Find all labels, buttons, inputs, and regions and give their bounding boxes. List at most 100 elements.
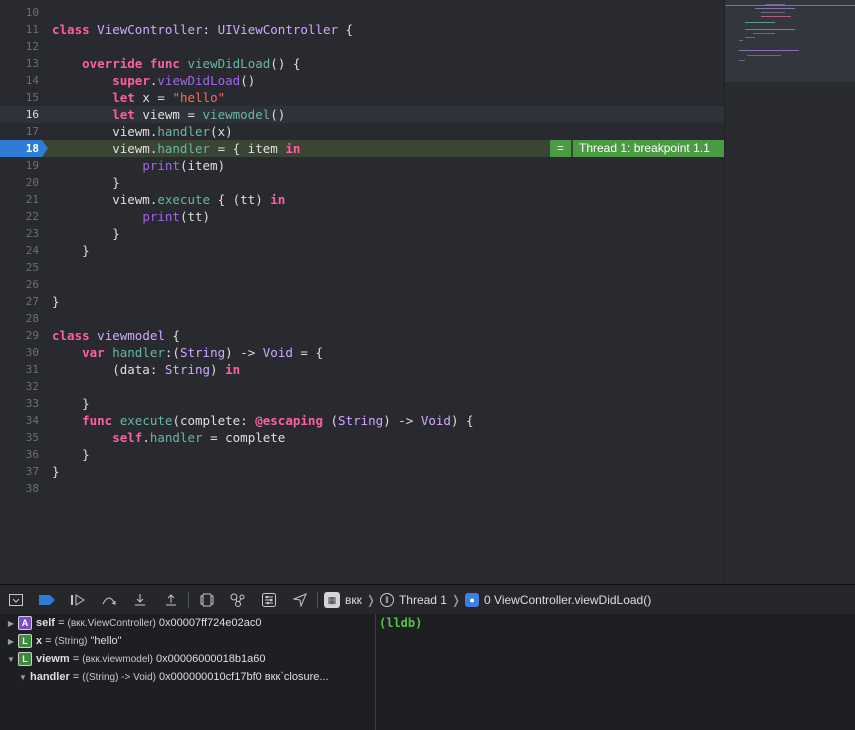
line-number[interactable]: 16 [0, 106, 39, 123]
code-text[interactable]: viewm.handler = { item in [52, 140, 300, 157]
code-line[interactable]: 29 class viewmodel { [0, 327, 724, 344]
line-number[interactable]: 17 [0, 123, 39, 140]
code-line[interactable]: 27} [0, 293, 724, 310]
code-line[interactable]: 32 [0, 378, 724, 395]
breadcrumb-frame[interactable]: ● 0 ViewController.viewDidLoad() [465, 585, 651, 615]
variable-row[interactable]: ▼ handler = ((String) -> Void) 0x00000001… [18, 668, 329, 686]
line-number[interactable]: 38 [0, 480, 39, 497]
line-number[interactable]: 29 [0, 327, 39, 344]
line-number[interactable]: 12 [0, 38, 39, 55]
view-hierarchy-button[interactable] [191, 585, 222, 615]
code-editor[interactable]: 10 11 class ViewController: UIViewControll… [0, 0, 724, 584]
hide-debug-area-button[interactable] [0, 585, 31, 615]
line-number[interactable]: 28 [0, 310, 39, 327]
breadcrumb-app[interactable]: ▦ вкк [324, 585, 362, 615]
code-text[interactable]: var handler:(String) -> Void = { [52, 344, 323, 361]
code-line[interactable]: 23 } [0, 225, 724, 242]
code-text[interactable]: class viewmodel { [52, 327, 180, 344]
disclosure-collapsed-icon[interactable]: ▶ [6, 637, 16, 646]
line-number[interactable]: 36 [0, 446, 39, 463]
code-text[interactable]: } [52, 242, 90, 259]
code-text[interactable]: let x = "hello" [52, 89, 225, 106]
line-number[interactable]: 13 [0, 55, 39, 72]
line-number[interactable]: 26 [0, 276, 39, 293]
line-number[interactable]: 35 [0, 429, 39, 446]
code-text[interactable]: class ViewController: UIViewController { [52, 21, 353, 38]
code-text[interactable]: super.viewDidLoad() [52, 72, 255, 89]
code-line[interactable]: 26 [0, 276, 724, 293]
line-number[interactable]: 24 [0, 242, 39, 259]
variable-row[interactable]: ▼ Lviewm = (вкк.viewmodel) 0x00006000018b… [6, 650, 266, 668]
line-number[interactable]: 22 [0, 208, 39, 225]
line-number[interactable]: 25 [0, 259, 39, 276]
code-line[interactable]: 11 class ViewController: UIViewController… [0, 21, 724, 38]
code-text[interactable]: (data: String) in [52, 361, 240, 378]
code-line[interactable]: 24 } [0, 242, 724, 259]
minimap-viewport[interactable] [725, 0, 855, 82]
code-line[interactable]: 28 [0, 310, 724, 327]
code-line[interactable]: 25 [0, 259, 724, 276]
code-line[interactable]: 36 } [0, 446, 724, 463]
code-line[interactable]: 18 viewm.handler = { item in = Thread 1: b… [0, 140, 724, 157]
breakpoints-toggle-button[interactable] [31, 585, 62, 615]
code-line[interactable]: 37} [0, 463, 724, 480]
code-text[interactable]: viewm.execute { (tt) in [52, 191, 285, 208]
code-text[interactable]: } [52, 463, 60, 480]
code-text[interactable]: } [52, 225, 120, 242]
code-line[interactable]: 20 } [0, 174, 724, 191]
breadcrumb-thread[interactable]: ‖ Thread 1 [379, 585, 447, 615]
code-line[interactable]: 10 [0, 4, 724, 21]
continue-button[interactable] [62, 585, 93, 615]
line-number[interactable]: 23 [0, 225, 39, 242]
code-text[interactable]: let viewm = viewmodel() [52, 106, 285, 123]
code-line[interactable]: 15 let x = "hello" [0, 89, 724, 106]
line-number[interactable]: 37 [0, 463, 39, 480]
code-text[interactable]: print(item) [52, 157, 225, 174]
code-line[interactable]: 14 super.viewDidLoad() [0, 72, 724, 89]
environment-overrides-button[interactable] [253, 585, 284, 615]
line-number[interactable]: 30 [0, 344, 39, 361]
breakpoint-annotation[interactable]: = Thread 1: breakpoint 1.1 [550, 140, 724, 157]
code-text[interactable]: viewm.handler(x) [52, 123, 232, 140]
step-into-button[interactable] [124, 585, 155, 615]
line-number[interactable]: 10 [0, 4, 39, 21]
simulate-location-button[interactable] [284, 585, 315, 615]
code-line[interactable]: 31 (data: String) in [0, 361, 724, 378]
code-line[interactable]: 17 viewm.handler(x) [0, 123, 724, 140]
code-text[interactable]: } [52, 395, 90, 412]
line-number[interactable]: 31 [0, 361, 39, 378]
code-text[interactable]: } [52, 446, 90, 463]
lldb-console[interactable]: (lldb) [375, 614, 855, 730]
minimap[interactable] [724, 0, 855, 584]
code-line[interactable]: 22 print(tt) [0, 208, 724, 225]
variables-view[interactable]: ▶ Aself = (вкк.ViewController) 0x00007ff7… [0, 614, 375, 730]
code-text[interactable]: self.handler = complete [52, 429, 285, 446]
step-over-button[interactable] [93, 585, 124, 615]
code-line[interactable]: 35 self.handler = complete [0, 429, 724, 446]
code-line[interactable]: 16 let viewm = viewmodel() [0, 106, 724, 123]
line-number[interactable]: 27 [0, 293, 39, 310]
line-number[interactable]: 14 [0, 72, 39, 89]
code-text[interactable]: } [52, 174, 120, 191]
line-number[interactable]: 15 [0, 89, 39, 106]
code-text[interactable]: print(tt) [52, 208, 210, 225]
line-number[interactable]: 11 [0, 21, 39, 38]
code-line[interactable]: 33 } [0, 395, 724, 412]
code-line[interactable]: 12 [0, 38, 724, 55]
code-line[interactable]: 38 [0, 480, 724, 497]
code-line[interactable]: 19 print(item) [0, 157, 724, 174]
variable-row[interactable]: ▶ Aself = (вкк.ViewController) 0x00007ff7… [6, 614, 262, 632]
line-number[interactable]: 32 [0, 378, 39, 395]
disclosure-collapsed-icon[interactable]: ▶ [6, 619, 16, 628]
code-line[interactable]: 13 override func viewDidLoad() { [0, 55, 724, 72]
line-number[interactable]: 33 [0, 395, 39, 412]
code-text[interactable]: func execute(complete: @escaping (String… [52, 412, 473, 429]
code-line[interactable]: 34 func execute(complete: @escaping (Str… [0, 412, 724, 429]
code-line[interactable]: 30 var handler:(String) -> Void = { [0, 344, 724, 361]
variable-row[interactable]: ▶ Lx = (String) "hello" [6, 632, 122, 650]
disclosure-expanded-icon[interactable]: ▼ [18, 673, 28, 682]
line-number[interactable]: 20 [0, 174, 39, 191]
line-number[interactable]: 19 [0, 157, 39, 174]
line-number[interactable]: 34 [0, 412, 39, 429]
step-out-button[interactable] [155, 585, 186, 615]
